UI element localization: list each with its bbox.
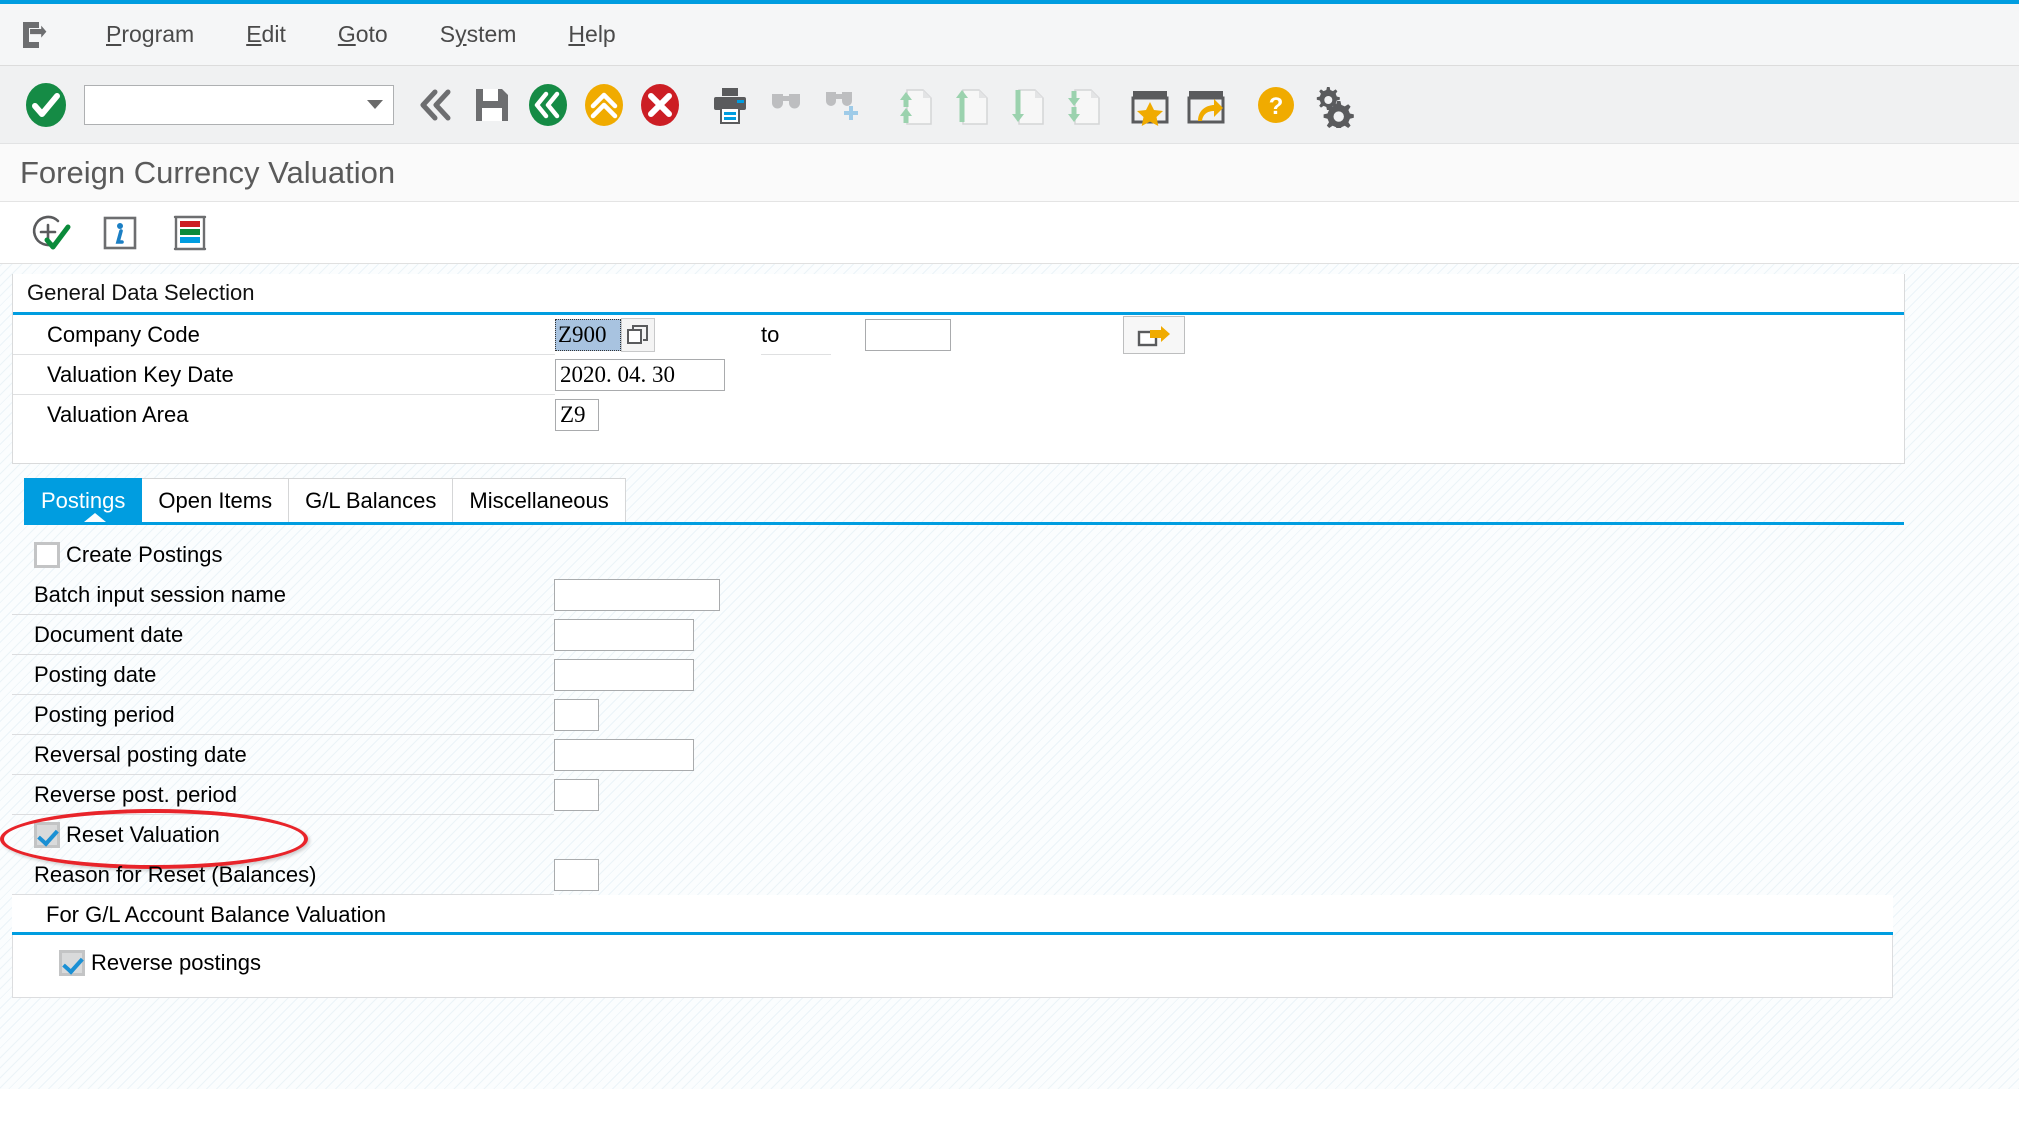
menu-item-program[interactable]: Program <box>80 17 220 52</box>
print-button[interactable] <box>702 77 758 133</box>
tab-open-items[interactable]: Open Items <box>141 478 290 522</box>
input-document-date[interactable] <box>554 619 694 651</box>
enter-button[interactable] <box>18 77 74 133</box>
label-company-code-to: to <box>761 315 831 355</box>
svg-text:?: ? <box>1269 93 1284 120</box>
menu-item-help[interactable]: Help <box>542 17 641 52</box>
postings-tab-content: Create Postings Batch input session name… <box>0 525 2019 895</box>
variants-button[interactable] <box>164 210 216 256</box>
command-field[interactable] <box>84 84 394 125</box>
field-row-reverse-post-period: Reverse post. period <box>12 775 2019 815</box>
checkbox-reverse-postings[interactable] <box>59 950 85 976</box>
input-posting-date[interactable] <box>554 659 694 691</box>
field-row-reversal-posting-date: Reversal posting date <box>12 735 2019 775</box>
create-shortcut-button[interactable] <box>1178 77 1234 133</box>
tabstrip: Postings Open Items G/L Balances Miscell… <box>24 476 2019 522</box>
field-row-posting-period: Posting period <box>12 695 2019 735</box>
find-next-button[interactable] <box>814 77 870 133</box>
label-company-code: Company Code <box>13 315 555 355</box>
value-help-icon-company-code[interactable] <box>621 318 655 352</box>
tabstrip-wrap: Postings Open Items G/L Balances Miscell… <box>0 464 2019 522</box>
general-data-selection-rows: Company Code Z900 to Valuation Key Date … <box>13 315 1904 463</box>
label-valuation-key-date: Valuation Key Date <box>13 355 555 395</box>
tab-miscellaneous[interactable]: Miscellaneous <box>452 478 626 522</box>
menu-item-goto[interactable]: Goto <box>312 17 414 52</box>
label-reason-for-reset: Reason for Reset (Balances) <box>12 855 554 895</box>
selection-screen-body: General Data Selection Company Code Z900… <box>0 264 2019 1089</box>
checkbox-row-create-postings[interactable]: Create Postings <box>12 535 2019 575</box>
checkbox-row-reset-valuation[interactable]: Reset Valuation <box>0 809 2019 869</box>
field-row-valuation-area: Valuation Area Z9 <box>13 395 1904 435</box>
input-batch-input-session-name[interactable] <box>554 579 720 611</box>
input-reason-for-reset[interactable] <box>554 859 599 891</box>
save-button[interactable] <box>464 77 520 133</box>
subgroup-body-gl-account-balance-valuation: Reverse postings <box>12 935 1893 998</box>
label-reverse-postings: Reverse postings <box>91 950 261 975</box>
label-reversal-posting-date: Reversal posting date <box>12 735 554 775</box>
label-valuation-area: Valuation Area <box>47 402 189 427</box>
menu-bar: Program Edit Goto System Help <box>0 4 2019 66</box>
page-title-bar: Foreign Currency Valuation <box>0 144 2019 202</box>
input-valuation-area[interactable]: Z9 <box>555 399 599 431</box>
help-button[interactable]: ? <box>1248 77 1304 133</box>
general-data-selection-panel-wrap: General Data Selection Company Code Z900… <box>0 264 2019 464</box>
label-reverse-post-period: Reverse post. period <box>12 775 554 815</box>
subgroup-header-gl-account-balance-valuation: For G/L Account Balance Valuation <box>12 895 1893 935</box>
label-reset-valuation: Reset Valuation <box>66 822 220 847</box>
field-row-document-date: Document date <box>12 615 2019 655</box>
exit-button[interactable] <box>520 77 576 133</box>
field-row-batch-input-session-name: Batch input session name <box>12 575 2019 615</box>
last-page-button[interactable] <box>1052 77 1108 133</box>
label-posting-period: Posting period <box>12 695 554 735</box>
create-favorite-button[interactable] <box>1122 77 1178 133</box>
multiple-selection-icon-company-code[interactable] <box>1123 316 1185 354</box>
label-batch-input-session-name: Batch input session name <box>12 575 554 615</box>
field-row-posting-date: Posting date <box>12 655 2019 695</box>
input-reverse-post-period[interactable] <box>554 779 599 811</box>
exit-session-icon[interactable] <box>18 18 58 52</box>
input-company-code-to[interactable] <box>865 319 951 351</box>
input-reversal-posting-date[interactable] <box>554 739 694 771</box>
input-posting-period[interactable] <box>554 699 599 731</box>
checkbox-reset-valuation[interactable] <box>34 822 60 848</box>
tab-gl-balances[interactable]: G/L Balances <box>288 478 454 522</box>
page-title: Foreign Currency Valuation <box>20 154 396 190</box>
label-document-date: Document date <box>12 615 554 655</box>
input-valuation-key-date[interactable]: 2020. 04. 30 <box>555 359 725 391</box>
checkbox-create-postings[interactable] <box>34 542 60 568</box>
previous-page-button[interactable] <box>940 77 996 133</box>
cancel-button[interactable] <box>576 77 632 133</box>
input-company-code-from[interactable]: Z900 <box>555 319 621 351</box>
first-page-button[interactable] <box>884 77 940 133</box>
back-button[interactable] <box>408 77 464 133</box>
execute-button[interactable] <box>24 210 76 256</box>
label-create-postings: Create Postings <box>66 542 223 567</box>
chevron-down-icon[interactable] <box>367 100 383 109</box>
checkbox-row-reverse-postings[interactable]: Reverse postings <box>13 943 1892 983</box>
information-button[interactable] <box>94 210 146 256</box>
application-toolbar <box>0 202 2019 264</box>
general-data-selection-header: General Data Selection <box>13 274 1904 315</box>
main-toolbar: ? <box>0 66 2019 144</box>
field-row-company-code: Company Code Z900 to <box>13 315 1904 355</box>
menu-item-system[interactable]: System <box>414 17 543 52</box>
stop-button[interactable] <box>632 77 688 133</box>
tab-underline <box>24 513 1904 525</box>
find-button[interactable] <box>758 77 814 133</box>
general-data-selection-panel: General Data Selection Company Code Z900… <box>12 274 1905 464</box>
field-row-reason-for-reset: Reason for Reset (Balances) <box>12 855 2019 895</box>
next-page-button[interactable] <box>996 77 1052 133</box>
field-row-valuation-key-date: Valuation Key Date 2020. 04. 30 <box>13 355 1904 395</box>
active-tab-caret-icon <box>84 513 106 522</box>
label-posting-date: Posting date <box>12 655 554 695</box>
customize-button[interactable] <box>1304 77 1360 133</box>
menu-item-edit[interactable]: Edit <box>220 17 312 52</box>
